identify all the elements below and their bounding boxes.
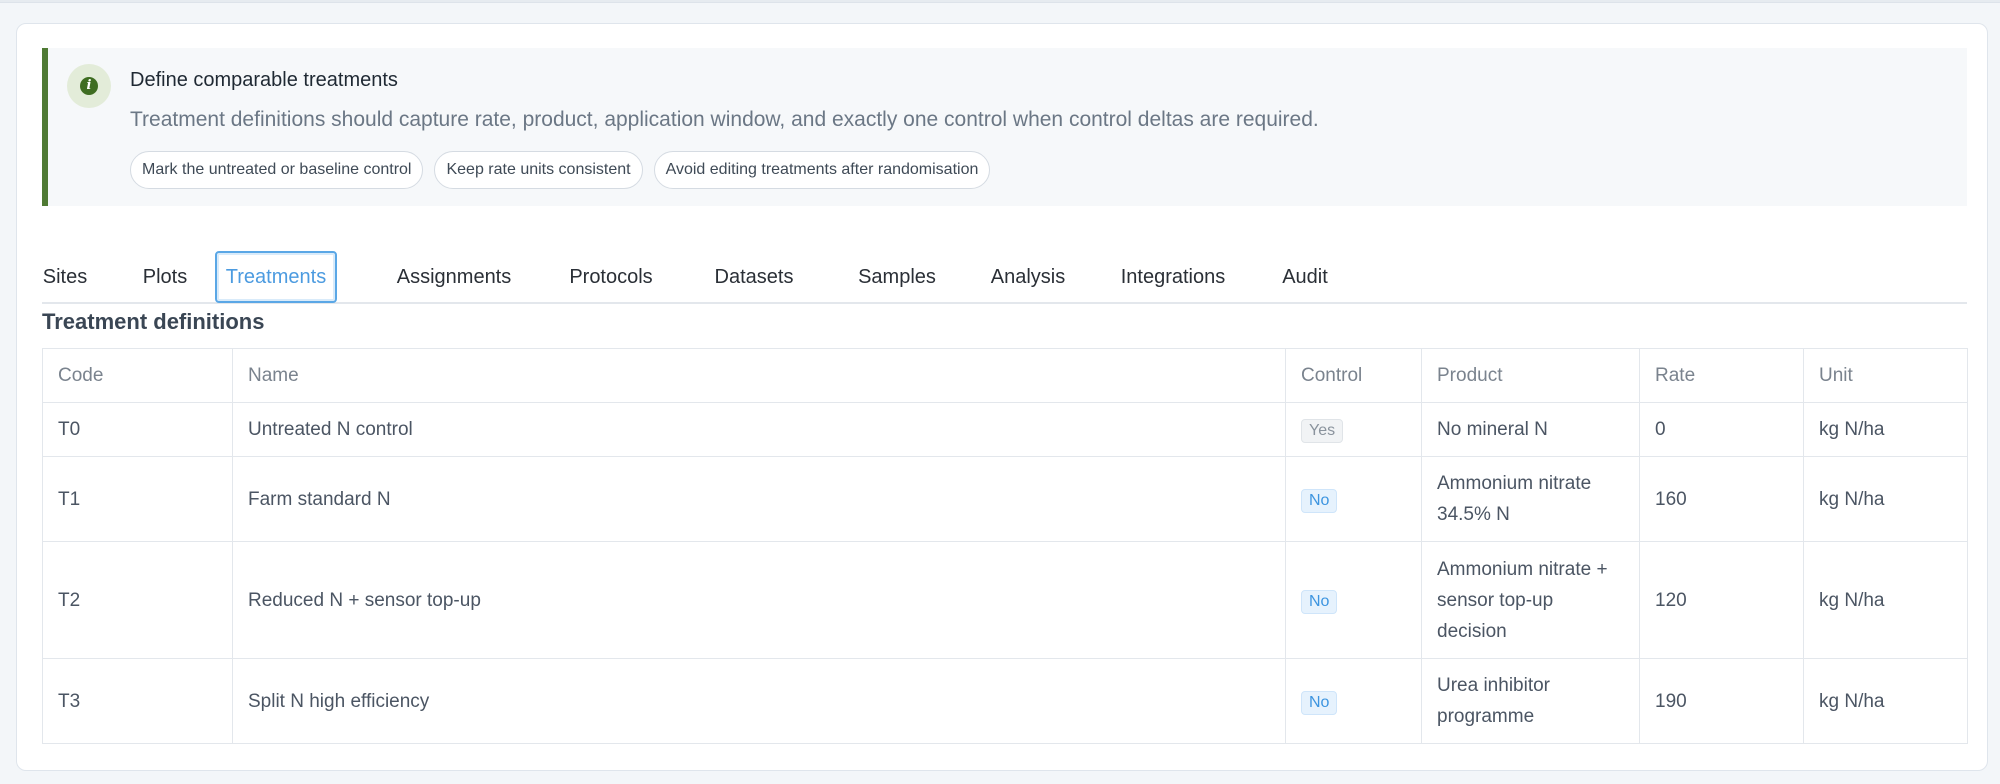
top-divider <box>0 0 2000 3</box>
cell-rate: 190 <box>1639 658 1804 744</box>
tab-integrations[interactable]: Integrations <box>1118 251 1228 303</box>
cell-name: Untreated N control <box>232 402 1286 457</box>
tab-plots[interactable]: Plots <box>140 251 190 303</box>
header-product[interactable]: Product <box>1421 348 1640 403</box>
info-icon: i <box>80 77 98 95</box>
cell-name: Reduced N + sensor top-up <box>232 541 1286 659</box>
cell-name: Farm standard N <box>232 456 1286 542</box>
cell-code: T3 <box>42 658 233 744</box>
control-badge-yes: Yes <box>1301 419 1344 443</box>
info-icon-badge: i <box>67 64 111 108</box>
cell-rate: 160 <box>1639 456 1804 542</box>
info-notice: i Define comparable treatments Treatment… <box>42 48 1967 206</box>
treatments-table: Code Name Control Product Rate Unit T0 U… <box>42 348 1968 744</box>
treatments-table-wrap: Code Name Control Product Rate Unit T0 U… <box>42 348 1968 744</box>
notice-text: Treatment definitions should capture rat… <box>130 108 1319 131</box>
tab-treatments[interactable]: Treatments <box>215 251 337 303</box>
section-title: Treatment definitions <box>42 309 265 334</box>
notice-chips: Mark the untreated or baseline control K… <box>130 151 991 189</box>
table-row[interactable]: T1 Farm standard N No Ammonium nitrate 3… <box>42 456 1968 542</box>
control-badge-no: No <box>1301 488 1338 513</box>
control-badge-no: No <box>1301 589 1338 614</box>
cell-code: T1 <box>42 456 233 542</box>
chip-avoid-editing: Avoid editing treatments after randomisa… <box>653 151 991 189</box>
cell-control: No <box>1285 541 1422 659</box>
cell-product: Ammonium nitrate 34.5% N <box>1421 456 1640 542</box>
cell-code: T2 <box>42 541 233 659</box>
tab-sites[interactable]: Sites <box>42 251 88 303</box>
table-row[interactable]: T3 Split N high efficiency No Urea inhib… <box>42 658 1968 744</box>
cell-control: No <box>1285 456 1422 542</box>
table-row[interactable]: T0 Untreated N control Yes No mineral N … <box>42 402 1968 457</box>
tab-analysis[interactable]: Analysis <box>989 251 1067 303</box>
cell-product: No mineral N <box>1421 402 1640 457</box>
header-name[interactable]: Name <box>232 348 1286 403</box>
header-unit[interactable]: Unit <box>1803 348 1968 403</box>
cell-control: Yes <box>1285 402 1422 457</box>
cell-unit: kg N/ha <box>1803 456 1968 542</box>
cell-product: Urea inhibitor programme <box>1421 658 1640 744</box>
tab-bar: Sites Plots Treatments Assignments Proto… <box>42 226 1967 304</box>
header-code[interactable]: Code <box>42 348 233 403</box>
cell-name: Split N high efficiency <box>232 658 1286 744</box>
cell-unit: kg N/ha <box>1803 541 1968 659</box>
header-rate[interactable]: Rate <box>1639 348 1804 403</box>
cell-rate: 120 <box>1639 541 1804 659</box>
cell-unit: kg N/ha <box>1803 658 1968 744</box>
treatments-card: i Define comparable treatments Treatment… <box>16 23 1988 771</box>
cell-control: No <box>1285 658 1422 744</box>
table-row[interactable]: T2 Reduced N + sensor top-up No Ammonium… <box>42 541 1968 659</box>
chip-rate-units: Keep rate units consistent <box>434 151 643 189</box>
tab-datasets[interactable]: Datasets <box>712 251 796 303</box>
tab-samples[interactable]: Samples <box>857 251 937 303</box>
header-control[interactable]: Control <box>1285 348 1422 403</box>
control-badge-no: No <box>1301 690 1338 715</box>
tab-assignments[interactable]: Assignments <box>396 251 512 303</box>
cell-code: T0 <box>42 402 233 457</box>
cell-rate: 0 <box>1639 402 1804 457</box>
cell-product: Ammonium nitrate + sensor top-up decisio… <box>1421 541 1640 659</box>
notice-title: Define comparable treatments <box>130 69 398 91</box>
tab-protocols[interactable]: Protocols <box>567 251 655 303</box>
table-header-row: Code Name Control Product Rate Unit <box>42 348 1968 403</box>
tab-audit[interactable]: Audit <box>1280 251 1330 303</box>
cell-unit: kg N/ha <box>1803 402 1968 457</box>
chip-mark-control: Mark the untreated or baseline control <box>130 151 424 189</box>
